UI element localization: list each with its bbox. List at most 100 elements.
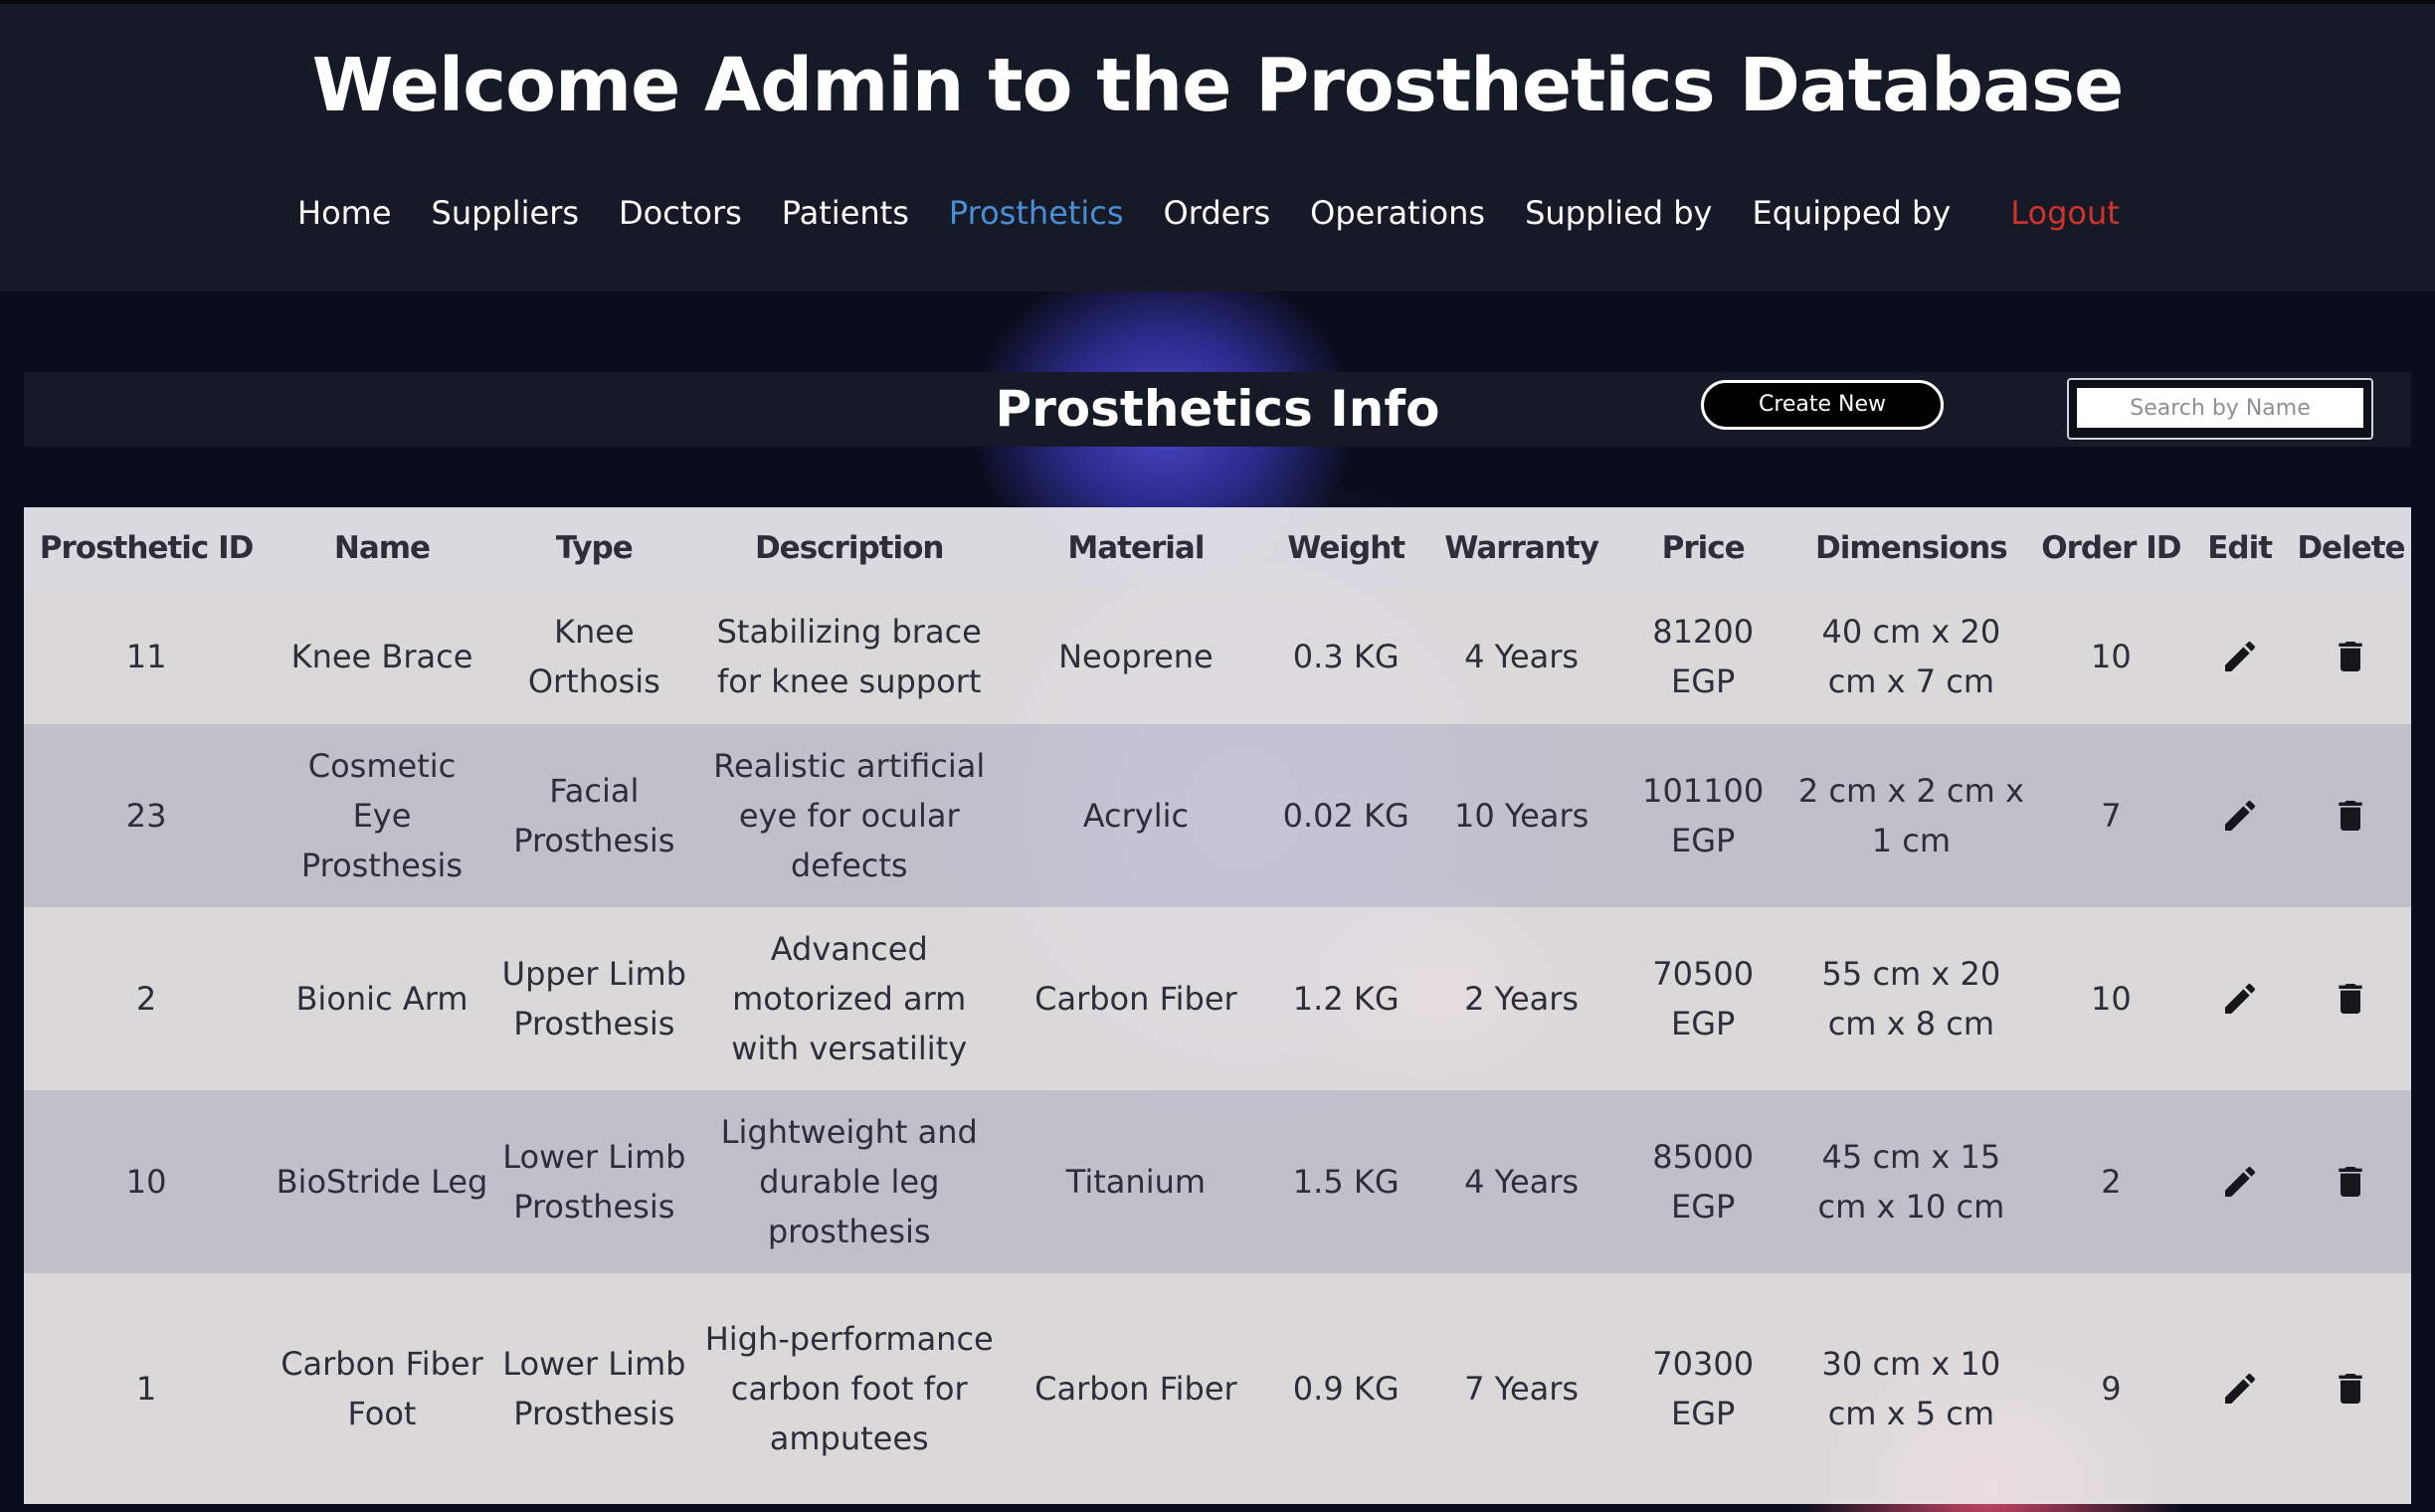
cell-order-id: 10 [2091,638,2132,675]
cell-warranty: 10 Years [1453,797,1590,835]
search-box [2067,378,2373,440]
column-header: Dimensions [1815,530,2008,566]
cell-dimensions: 45 cm x 15 cm x 10 cm [1817,1138,2005,1226]
cell-weight: 0.3 KG [1292,638,1400,675]
edit-button[interactable] [2188,907,2291,1090]
section-title: Prosthetics Info [995,380,1440,438]
delete-button[interactable] [2291,1273,2411,1504]
table-row: 1 Carbon Fiber Foot Lower Limb Prosthesis H… [24,1273,2411,1504]
cell-description: High-performance carbon foot for amputee… [704,1320,994,1457]
cell-material: Neoprene [1058,638,1214,675]
cell-type: Facial Prosthesis [513,772,675,859]
cell-type: Knee Orthosis [527,613,660,700]
info-bar: Prosthetics Info Create New [24,372,2411,447]
column-header: Delete [2297,530,2405,566]
cell-name: Knee Brace [290,638,473,675]
cell-type: Lower Limb Prosthesis [502,1345,686,1432]
cell-description: Realistic artificial eye for ocular defe… [713,747,986,884]
edit-button[interactable] [2188,1273,2291,1504]
search-input[interactable] [2077,388,2363,428]
column-header: Name [333,530,431,566]
nav-equipped-by[interactable]: Equipped by [1752,194,1951,232]
cell-type: Lower Limb Prosthesis [502,1138,686,1226]
column-header: Warranty [1444,530,1599,566]
cell-price: 70300 EGP [1652,1345,1755,1432]
page-title: Welcome Admin to the Prosthetics Databas… [311,43,2125,128]
cell-weight: 0.02 KG [1282,797,1409,835]
edit-button[interactable] [2188,1090,2291,1273]
cell-weight: 1.5 KG [1292,1163,1400,1201]
nav-orders[interactable]: Orders [1164,194,1271,232]
cell-weight: 0.9 KG [1292,1370,1400,1408]
trash-icon[interactable] [2331,979,2370,1019]
column-header: Prosthetic ID [39,530,255,566]
cell-order-id: 10 [2091,980,2132,1018]
pencil-icon[interactable] [2220,637,2260,676]
edit-button[interactable] [2188,724,2291,907]
cell-description: Stabilizing brace for knee support [716,613,982,700]
cell-material: Titanium [1065,1163,1207,1201]
cell-type: Upper Limb Prosthesis [501,955,686,1042]
cell-id: 2 [135,980,157,1018]
table-row: 2 Bionic Arm Upper Limb Prosthesis Advanced… [24,907,2411,1090]
delete-button[interactable] [2291,589,2411,724]
trash-icon[interactable] [2331,796,2370,836]
cell-description: Lightweight and durable leg prosthesis [720,1113,978,1250]
nav-prosthetics[interactable]: Prosthetics [949,194,1124,232]
edit-button[interactable] [2188,589,2291,724]
nav-logout[interactable]: Logout [2010,194,2120,232]
trash-icon[interactable] [2331,1369,2370,1409]
cell-name: Cosmetic Eye Prosthesis [300,747,464,884]
nav-home[interactable]: Home [297,194,392,232]
cell-description: Advanced motorized arm with versatility [731,930,968,1067]
column-header: Material [1067,530,1205,566]
table-header-row: Prosthetic ID Name Type Description Mate… [24,507,2411,589]
cell-material: Acrylic [1082,797,1190,835]
cell-warranty: 4 Years [1464,1163,1580,1201]
header: Welcome Admin to the Prosthetics Databas… [0,0,2435,291]
pencil-icon[interactable] [2220,1369,2260,1409]
cell-order-id: 9 [2101,1370,2122,1408]
cell-material: Carbon Fiber [1034,980,1237,1018]
main-nav: Home Suppliers Doctors Patients Prosthet… [297,183,2159,243]
table-row: 10 BioStride Leg Lower Limb Prosthesis Ligh… [24,1090,2411,1273]
cell-dimensions: 40 cm x 20 cm x 7 cm [1821,613,2001,700]
table-body: 11 Knee Brace Knee Orthosis Stabilizing bra… [24,589,2411,1504]
column-header: Weight [1287,530,1405,566]
delete-button[interactable] [2291,724,2411,907]
delete-button[interactable] [2291,1090,2411,1273]
column-header: Order ID [2041,530,2181,566]
cell-dimensions: 30 cm x 10 cm x 5 cm [1821,1345,2001,1432]
cell-id: 23 [125,797,167,835]
nav-patients[interactable]: Patients [782,194,909,232]
pencil-icon[interactable] [2220,979,2260,1019]
cell-name: BioStride Leg [276,1163,488,1201]
cell-id: 1 [135,1370,157,1408]
table-row: 23 Cosmetic Eye Prosthesis Facial Prosthes… [24,724,2411,907]
column-header: Price [1661,530,1746,566]
cell-dimensions: 55 cm x 20 cm x 8 cm [1821,955,2001,1042]
nav-doctors[interactable]: Doctors [619,194,742,232]
cell-price: 101100 EGP [1642,772,1765,859]
column-header: Description [754,530,945,566]
cell-price: 85000 EGP [1652,1138,1755,1226]
cell-price: 70500 EGP [1652,955,1755,1042]
nav-supplied-by[interactable]: Supplied by [1525,194,1712,232]
pencil-icon[interactable] [2220,796,2260,836]
nav-operations[interactable]: Operations [1310,194,1485,232]
delete-button[interactable] [2291,907,2411,1090]
trash-icon[interactable] [2331,1162,2370,1202]
column-header: Edit [2207,530,2273,566]
trash-icon[interactable] [2331,637,2370,676]
nav-suppliers[interactable]: Suppliers [432,194,580,232]
cell-warranty: 7 Years [1464,1370,1580,1408]
cell-weight: 1.2 KG [1292,980,1400,1018]
create-new-button[interactable]: Create New [1701,380,1944,430]
table-row: 11 Knee Brace Knee Orthosis Stabilizing bra… [24,589,2411,724]
pencil-icon[interactable] [2220,1162,2260,1202]
column-header: Type [555,530,634,566]
cell-order-id: 7 [2101,797,2122,835]
cell-price: 81200 EGP [1652,613,1755,700]
cell-name: Bionic Arm [295,980,468,1018]
cell-id: 11 [125,638,167,675]
